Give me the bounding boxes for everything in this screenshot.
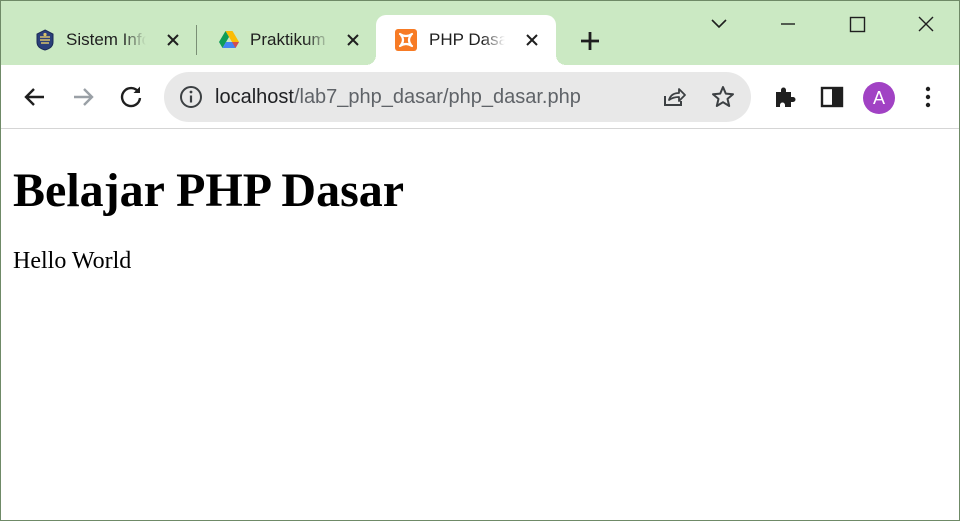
xampp-icon [394,28,418,52]
tab-php-dasar[interactable]: PHP Dasar [366,15,566,65]
tab-title: PHP Dasar [429,30,505,49]
forward-arrow-icon[interactable] [69,83,97,111]
tab-sistem-informasi[interactable]: Sistem Informasi [13,15,193,65]
close-window-icon[interactable] [911,9,941,39]
address-bar[interactable]: localhost/lab7_php_dasar/php_dasar.php [164,72,751,122]
minimize-icon[interactable] [773,9,803,39]
url-host: localhost [215,86,294,108]
page-paragraph: Hello World [13,248,132,274]
browser-toolbar: localhost/lab7_php_dasar/php_dasar.php A [1,65,959,129]
tab-strip: Sistem Informasi Praktikum [1,1,959,65]
bookmark-star-icon[interactable] [710,84,736,110]
tab-search-chevron-icon[interactable] [704,9,734,39]
page-heading: Belajar PHP Dasar [13,164,405,217]
browser-window: Sistem Informasi Praktikum [0,0,960,521]
reload-icon[interactable] [117,83,145,111]
more-menu-icon[interactable] [914,83,942,111]
profile-avatar[interactable]: A [863,82,895,114]
url-text[interactable]: localhost/lab7_php_dasar/php_dasar.php [215,85,581,109]
new-tab-plus-icon[interactable] [576,27,604,55]
close-tab-icon[interactable] [522,30,542,50]
back-arrow-icon[interactable] [21,83,49,111]
tab-title: Praktikum [250,30,326,49]
side-panel-icon[interactable] [818,83,846,111]
university-logo-icon [33,28,57,52]
share-icon[interactable] [661,84,687,110]
tab-praktikum[interactable]: Praktikum [197,15,375,65]
close-tab-icon[interactable] [343,30,363,50]
url-path: /lab7_php_dasar/php_dasar.php [293,86,581,108]
extensions-puzzle-icon[interactable] [771,83,799,111]
tab-title: Sistem Informasi [66,30,146,49]
close-tab-icon[interactable] [163,30,183,50]
google-drive-icon [217,28,241,52]
maximize-icon[interactable] [842,9,872,39]
site-info-icon[interactable] [178,84,204,110]
page-content: Belajar PHP Dasar Hello World [1,130,959,520]
